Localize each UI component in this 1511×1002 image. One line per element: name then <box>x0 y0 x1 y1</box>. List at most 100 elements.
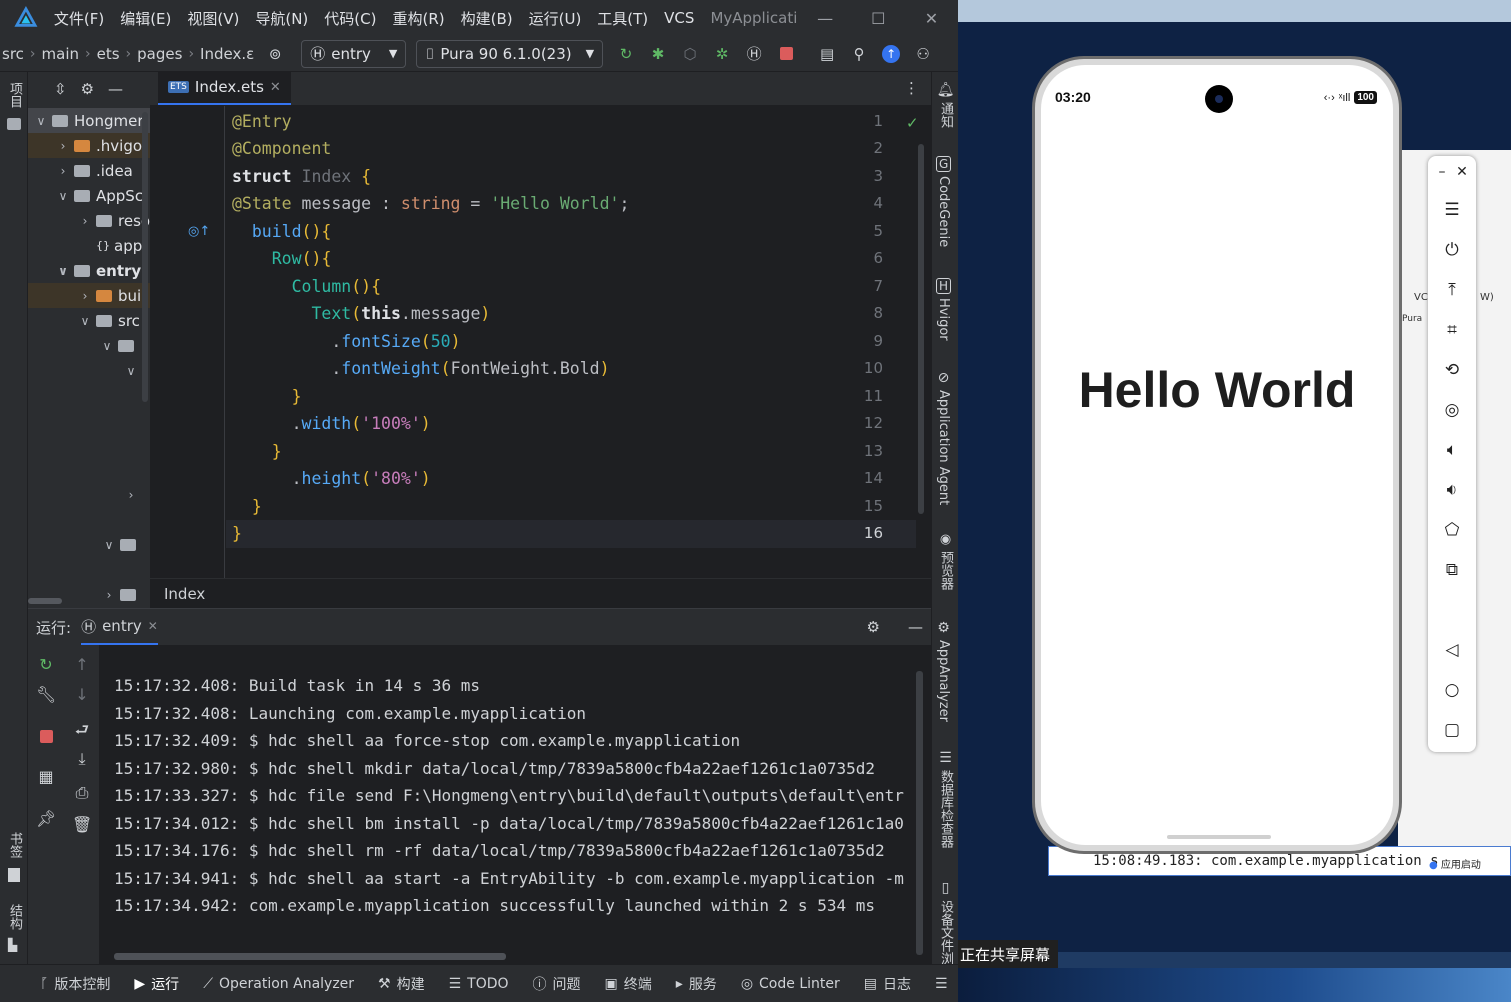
tree-item-folder[interactable]: ∨ <box>98 532 142 557</box>
application-agent-tool-button[interactable]: ⊘ Application Agent <box>936 370 951 505</box>
update-icon[interactable]: ↑ <box>880 43 902 65</box>
menu-view[interactable]: 视图(V) <box>187 8 239 29</box>
menu-navigate[interactable]: 导航(N) <box>255 8 308 29</box>
hvigor-tool-button[interactable]: H Hvigor <box>936 278 952 341</box>
menu-icon[interactable]: ☰ <box>1440 198 1464 222</box>
tab-index-ets[interactable]: ETS Index.ets ✕ <box>158 71 291 105</box>
home-icon[interactable]: ○ <box>1440 678 1464 702</box>
crop-icon[interactable]: ⌗ <box>1440 318 1464 342</box>
power-icon[interactable]: ⏻ <box>1440 238 1464 262</box>
previewer-tool-button[interactable]: ◉ 预览器 <box>936 532 955 590</box>
more-options-icon[interactable]: ⋮ <box>904 79 919 97</box>
project-tool-button[interactable]: 项目 <box>5 82 24 112</box>
tree-item-collapsed[interactable]: › <box>120 482 142 507</box>
services-tab[interactable]: ▸ 服务 <box>676 974 717 994</box>
menu-build[interactable]: 构建(B) <box>461 8 513 29</box>
maximize-button[interactable]: ☐ <box>852 9 905 28</box>
run-tab-entry[interactable]: Ⓗ entry ✕ <box>81 609 158 645</box>
menu-vcs[interactable]: VCS <box>664 9 694 27</box>
breadcrumb-ets[interactable]: ets <box>97 45 120 63</box>
operation-analyzer-tab[interactable]: ⟋ Operation Analyzer <box>203 976 354 992</box>
device-file-browser-tool-button[interactable]: ▯ 设备文件浏 <box>936 880 955 965</box>
attach-debugger-icon[interactable]: ✲ <box>711 43 733 65</box>
menu-run[interactable]: 运行(U) <box>529 8 582 29</box>
terminal-tab[interactable]: ▣ 终端 <box>605 974 652 994</box>
rotate-icon[interactable]: ⟲ <box>1440 358 1464 382</box>
build-tab[interactable]: ⚒ 构建 <box>378 974 425 994</box>
code-lines[interactable]: 1 2 3 4 5 6 7 8 9 10 11 12 13 14 15 16 ◎… <box>150 106 931 578</box>
recents-icon[interactable]: ▢ <box>1440 718 1464 742</box>
horizontal-scrollbar[interactable] <box>28 598 62 604</box>
breadcrumb-index[interactable]: Index.ε <box>200 45 254 63</box>
tree-item-folder[interactable]: › <box>98 582 142 607</box>
hvigor-icon[interactable]: Ⓗ <box>743 43 765 65</box>
back-icon[interactable]: ◁ <box>1440 638 1464 662</box>
gear-icon[interactable]: ⚙ <box>867 618 880 636</box>
project-structure-icon[interactable]: ▤ <box>816 43 838 65</box>
menu-refactor[interactable]: 重构(R) <box>392 8 444 29</box>
console-vertical-scrollbar[interactable] <box>916 671 923 955</box>
breadcrumb-src[interactable]: src <box>2 45 24 63</box>
version-control-tab[interactable]: ᚵ 版本控制 <box>40 974 110 994</box>
tree-item-ets[interactable]: ∨ <box>120 358 142 383</box>
run-gutter-icon[interactable]: ◎↑ <box>188 224 210 239</box>
database-inspector-tool-button[interactable]: ☰ 数据库检查器 <box>936 750 955 848</box>
tree-item-hvigor[interactable]: › .hvigo <box>28 133 150 158</box>
rerun-icon[interactable]: ↻ <box>615 43 637 65</box>
problems-tab[interactable]: ⓘ 问题 <box>533 974 581 994</box>
tree-item-entry[interactable]: ∨ entry <box>52 258 141 283</box>
bookmarks-tool-button[interactable]: 书签 <box>5 832 24 862</box>
console-horizontal-scrollbar[interactable] <box>114 953 506 960</box>
tree-item-main[interactable]: ∨ <box>96 333 140 358</box>
appanalyzer-tool-button[interactable]: ⚙ AppAnalyzer <box>936 620 951 722</box>
structure-tool-button[interactable]: 结构 <box>5 904 24 934</box>
tree-item-src[interactable]: ∨ src <box>74 308 140 333</box>
editor-scrollbar[interactable] <box>918 144 924 514</box>
more-tabs-icon[interactable]: ☰ <box>935 976 948 992</box>
tree-item-root[interactable]: ∨ Hongmer <box>28 108 150 133</box>
menu-code[interactable]: 代码(C) <box>324 8 376 29</box>
code-linter-tab[interactable]: ◎ Code Linter <box>741 976 840 992</box>
run-console[interactable]: 15:17:32.408: Build task in 14 s 36 ms 1… <box>28 645 918 945</box>
stop-icon[interactable] <box>775 43 797 65</box>
debug-icon[interactable]: ✱ <box>647 43 669 65</box>
codegenie-tool-button[interactable]: G CodeGenie <box>936 156 952 247</box>
tree-item-idea[interactable]: › .idea <box>52 158 133 183</box>
volume-down-icon[interactable]: 🔉︎ <box>1440 478 1464 502</box>
menu-file[interactable]: 文件(F) <box>54 8 104 29</box>
volume-up-icon[interactable]: 🔈︎ <box>1440 438 1464 462</box>
device-select[interactable]: ⌷ Pura 90 6.1.0(23) ▼ <box>416 39 604 68</box>
menu-edit[interactable]: 编辑(E) <box>120 8 171 29</box>
tree-item-resources[interactable]: › reso <box>74 208 150 233</box>
close-tab-icon[interactable]: ✕ <box>270 80 281 95</box>
hide-icon[interactable]: — <box>108 80 123 98</box>
minimize-button[interactable]: — <box>798 9 851 28</box>
run-config-select[interactable]: Ⓗ entry ▼ <box>301 39 407 68</box>
todo-tab[interactable]: ☰ TODO <box>449 976 509 992</box>
multi-screen-icon[interactable]: ⧉ <box>1440 558 1464 582</box>
tree-item-app-json[interactable]: {} app <box>96 233 142 258</box>
close-button[interactable]: ✕ <box>905 9 958 28</box>
tree-item-build[interactable]: › bui <box>28 283 150 308</box>
close-tab-icon[interactable]: ✕ <box>148 619 158 633</box>
collapse-all-icon[interactable]: ⇳ <box>54 80 67 98</box>
close-icon[interactable]: ✕ <box>1450 160 1474 184</box>
screenshot-icon[interactable]: ◎ <box>1440 398 1464 422</box>
vertical-scrollbar[interactable] <box>142 112 148 402</box>
account-icon[interactable]: ⚇ <box>912 43 934 65</box>
breadcrumb-main[interactable]: main <box>42 45 79 63</box>
run-tab[interactable]: ▶ 运行 <box>134 974 179 994</box>
editor-breadcrumb[interactable]: Index <box>150 578 931 608</box>
fold-icon[interactable]: ⬠ <box>1440 518 1464 542</box>
log-tab[interactable]: ▤ 日志 <box>864 974 911 994</box>
upload-icon[interactable]: ⤒ <box>1440 278 1464 302</box>
search-icon[interactable]: ⚲ <box>848 43 870 65</box>
home-indicator[interactable] <box>1167 835 1271 839</box>
menu-tools[interactable]: 工具(T) <box>597 8 648 29</box>
notifications-tool-button[interactable]: 🔔︎ 通知 <box>936 82 955 128</box>
breadcrumb-pages[interactable]: pages <box>137 45 182 63</box>
gear-icon[interactable]: ⚙ <box>81 80 94 98</box>
phone-screen[interactable]: 03:20 ‹·› ˣıll 100 Hello World <box>1041 65 1393 845</box>
tree-item-appscope[interactable]: ∨ AppSc <box>52 183 143 208</box>
profile-icon[interactable]: ⬡ <box>679 43 701 65</box>
